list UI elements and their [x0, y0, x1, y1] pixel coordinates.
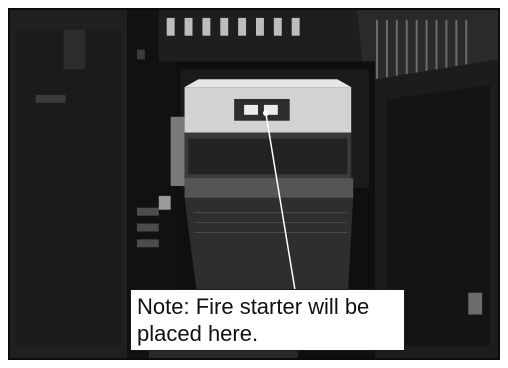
annotated-photo: Note: Fire starter will be placed here.	[0, 0, 508, 368]
callout-note: Note: Fire starter will be placed here.	[130, 289, 405, 351]
